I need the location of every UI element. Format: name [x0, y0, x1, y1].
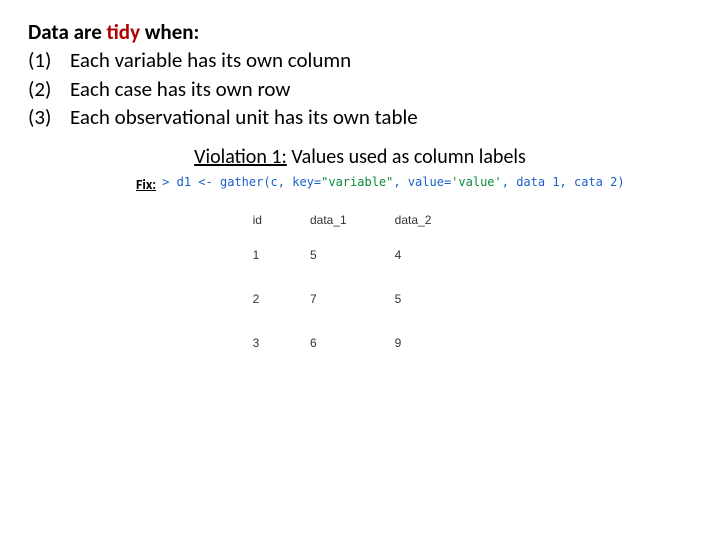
list-item-text: Each case has its own row: [70, 75, 290, 103]
code-part: d1 <- gather(c, key=: [177, 175, 322, 189]
code-part: , data 1, cata 2): [502, 175, 625, 189]
list-item: (1) Each variable has its own column: [28, 46, 692, 74]
cell: 5: [389, 277, 474, 321]
heading: Data are tidy when:: [28, 18, 692, 46]
list-item: (3) Each observational unit has its own …: [28, 103, 692, 131]
heading-prefix: Data are: [28, 19, 107, 45]
cell: 4: [389, 233, 474, 277]
table-header-row: id data_1 data_2: [247, 213, 474, 233]
col-header: data_2: [389, 213, 474, 233]
list-item-text: Each observational unit has its own tabl…: [70, 103, 418, 131]
col-header: id: [247, 213, 304, 233]
data-table: id data_1 data_2 1 5 4 2 7 5 3 6 9: [247, 213, 474, 365]
list-item-number: (2): [28, 75, 70, 103]
list-item-text: Each variable has its own column: [70, 46, 351, 74]
list-item-number: (3): [28, 103, 70, 131]
code-part: , value=: [393, 175, 451, 189]
list-item: (2) Each case has its own row: [28, 75, 692, 103]
cell: 1: [247, 233, 304, 277]
cell: 6: [304, 321, 389, 365]
cell: 5: [304, 233, 389, 277]
list-item-number: (1): [28, 46, 70, 74]
cell: 9: [389, 321, 474, 365]
heading-tidy: tidy: [107, 19, 141, 45]
code-prompt: >: [162, 175, 176, 189]
cell: 7: [304, 277, 389, 321]
violation-heading: Violation 1: Values used as column label…: [28, 145, 692, 169]
table-row: 1 5 4: [247, 233, 474, 277]
cell: 2: [247, 277, 304, 321]
fix-row: Fix: > d1 <- gather(c, key="variable", v…: [28, 175, 692, 193]
col-header: data_1: [304, 213, 389, 233]
table-row: 2 7 5: [247, 277, 474, 321]
code-string: 'value': [451, 175, 502, 189]
table-row: 3 6 9: [247, 321, 474, 365]
fix-label: Fix:: [136, 175, 162, 193]
heading-suffix: when:: [140, 19, 199, 45]
code-line: > d1 <- gather(c, key="variable", value=…: [162, 175, 624, 189]
table-wrap: id data_1 data_2 1 5 4 2 7 5 3 6 9: [28, 213, 692, 365]
violation-rest: Values used as column labels: [287, 145, 526, 169]
cell: 3: [247, 321, 304, 365]
violation-lead: Violation 1:: [194, 145, 287, 169]
code-string: "variable": [321, 175, 393, 189]
